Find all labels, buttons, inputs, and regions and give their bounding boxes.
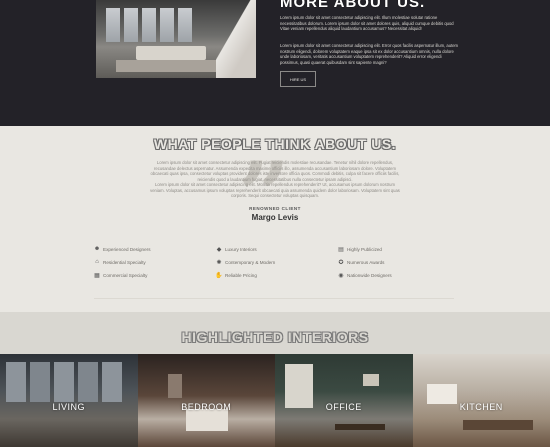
house-icon: ⌂ [95,259,99,265]
about-paragraph: Lorem ipsum dolor sit amet consectetur a… [280,43,459,65]
feature-label: Residential Specialty [103,259,146,265]
building-icon: ▦ [94,272,100,279]
room-label: LIVING [52,402,85,412]
sofa [136,46,206,60]
feature-item: ⌂ Residential Specialty [94,259,146,265]
room-label: OFFICE [325,402,362,412]
window [160,8,174,42]
award-icon: ✪ [338,259,344,266]
feature-label: Contemporary & Modern [225,259,276,265]
room-label: BEDROOM [181,402,232,412]
feature-item: ◉ Nationwide Designers [338,272,392,279]
feature-label: Reliable Pricing [225,272,257,278]
group-icon: ☻ [93,246,101,252]
feature-label: Luxury Interiors [225,246,257,252]
gear-icon: ✺ [216,259,222,266]
table [462,420,533,430]
hire-us-button[interactable]: HIRE US [280,71,316,87]
room-card-bedroom[interactable]: BEDROOM [137,354,275,447]
room-card-office[interactable]: OFFICE [275,354,413,447]
feature-label: Numerous Awards [347,259,385,265]
desk [335,424,385,430]
highlight-section: HIGHLIGHTED INTERIORS [0,312,550,354]
room-label: KITCHEN [459,402,503,412]
window [106,8,120,42]
staircase [216,0,256,78]
client-role: RENOWNED CLIENT [249,206,301,211]
rooms-gallery: LIVING BEDROOM OFFICE KITCHEN [0,354,550,447]
feature-label: Highly Publicized [347,246,382,252]
feature-item: ▦ Commercial Specialty [94,272,148,279]
testimonial-paragraph: Lorem ipsum dolor sit amet consectetur a… [150,160,400,182]
feature-item: ✺ Contemporary & Modern [216,259,276,266]
window [167,374,182,398]
about-section: MORE ABOUT US. Lorem ipsum dolor sit ame… [0,0,550,126]
highlight-title: HIGHLIGHTED INTERIORS [181,329,369,345]
window [30,362,50,402]
window [178,8,192,42]
window [124,8,138,42]
feature-item: ✋ Reliable Pricing [215,272,257,279]
cabinet [426,384,457,404]
room-card-living[interactable]: LIVING [0,354,138,447]
handshake-icon: ✋ [215,272,223,279]
feature-item: ▤ Highly Publicized [338,246,382,253]
feature-label: Nationwide Designers [347,272,392,278]
divider [94,298,454,299]
wall-art [363,374,379,386]
bed [185,409,228,431]
testimonial-paragraph: Lorem ipsum dolor sit amet consectetur a… [150,182,400,199]
feature-item: ☻ Experienced Designers [94,246,151,252]
testimonial-section: WHAT PEOPLE THINK ABOUT US. ” Lorem ipsu… [0,126,550,312]
feature-label: Commercial Specialty [103,272,148,278]
feature-item: ✪ Numerous Awards [338,259,385,266]
about-photo [96,0,256,78]
window [142,8,156,42]
feature-item: ◆ Luxury Interiors [216,246,257,253]
about-title: MORE ABOUT US. [280,0,426,11]
window [102,362,122,402]
window [6,362,26,402]
about-paragraph: Lorem ipsum dolor sit amet consectetur a… [280,15,454,31]
window [54,362,74,402]
feature-label: Experienced Designers [103,246,151,252]
room-card-kitchen[interactable]: KITCHEN [412,354,550,447]
diamond-icon: ◆ [216,246,222,253]
client-name: Margo Levis [251,213,299,222]
globe-icon: ◉ [338,272,344,279]
newspaper-icon: ▤ [338,246,344,253]
window [78,362,98,402]
